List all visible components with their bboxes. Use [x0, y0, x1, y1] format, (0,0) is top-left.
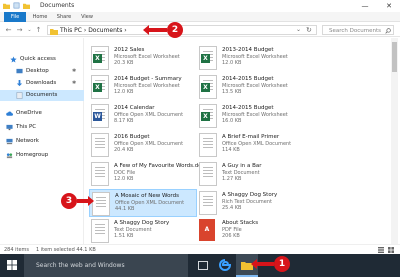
refresh-button[interactable]: ↻	[306, 26, 312, 34]
documents-icon	[16, 92, 23, 99]
word-file-icon	[91, 133, 109, 157]
forward-button[interactable]: →	[15, 25, 24, 35]
windows-logo-icon	[7, 260, 17, 270]
vertical-scrollbar[interactable]	[391, 38, 398, 244]
homegroup-icon	[6, 153, 13, 159]
file-item[interactable]: A About Stacks PDF File 206 KB	[197, 217, 305, 245]
file-item[interactable]: X 2013-2014 Budget Microsoft Excel Works…	[197, 44, 305, 72]
task-view-icon	[198, 261, 208, 270]
excel-file-icon: X	[91, 75, 109, 99]
file-item[interactable]: A Shaggy Dog Story Text Document 1.51 KB	[89, 217, 197, 245]
file-list: X 2012 Sales Microsoft Excel Worksheet 2…	[85, 38, 400, 244]
text-file-icon	[199, 162, 217, 186]
nav-item-onedrive[interactable]: OneDrive	[0, 108, 84, 119]
file-item[interactable]: A Brief E-mail Primer Office Open XML Do…	[197, 131, 305, 159]
excel-file-icon: X	[199, 104, 217, 128]
file-item[interactable]: X 2012 Sales Microsoft Excel Worksheet 2…	[89, 44, 197, 72]
pdf-file-icon: A	[199, 219, 217, 243]
tab-view[interactable]: View	[78, 12, 96, 22]
details-view-icon[interactable]	[378, 247, 384, 253]
status-bar: 284 items 1 item selected 44.1 KB	[0, 244, 400, 254]
excel-file-icon: X	[91, 46, 109, 70]
downloads-icon	[16, 80, 23, 87]
cloud-icon	[6, 111, 13, 116]
address-dropdown-button[interactable]: ⌄	[296, 26, 301, 33]
taskbar-search-input[interactable]: Search the web and Windows	[36, 262, 125, 269]
file-item[interactable]: A Few of My Favourite Words.doc DOC File…	[89, 160, 205, 188]
word-file-icon	[199, 133, 217, 157]
excel-file-icon: X	[199, 46, 217, 70]
nav-item-network[interactable]: Network	[0, 136, 84, 147]
recent-locations-button[interactable]: ⌄	[25, 25, 34, 35]
edge-icon	[219, 259, 231, 271]
word-file-icon: W	[91, 104, 109, 128]
minimize-button[interactable]: —	[356, 0, 374, 12]
edge-button[interactable]	[214, 254, 236, 277]
tab-home[interactable]: Home	[30, 12, 50, 22]
title-bar: Documents — ✕	[0, 0, 400, 12]
star-icon	[10, 56, 17, 63]
tab-file[interactable]: File	[4, 12, 26, 22]
search-icon	[385, 28, 391, 34]
back-button[interactable]: ←	[4, 25, 13, 35]
nav-item-this-pc[interactable]: This PC	[0, 122, 84, 133]
file-item-selected[interactable]: A Mosaic of New Words Office Open XML Do…	[89, 189, 197, 217]
navigation-pane: Quick access Desktop ✱ Downloads ✱ Docum…	[0, 38, 84, 244]
address-row: ← → ⌄ ↑ This PC › Documents › ⌄ ↻ Search…	[0, 23, 400, 37]
breadcrumb[interactable]: This PC › Documents ›	[60, 27, 127, 35]
taskbar-search-box[interactable]: Search the web and Windows	[24, 254, 188, 277]
doc-file-icon	[91, 162, 109, 186]
network-icon	[6, 138, 13, 145]
file-item[interactable]: X 2014-2015 Budget Microsoft Excel Works…	[197, 102, 305, 130]
file-item[interactable]: A Shaggy Dog Story Rich Text Document 25…	[197, 189, 305, 217]
callout-arrow-1	[251, 259, 274, 269]
computer-icon	[6, 124, 13, 131]
callout-badge-2: 2	[167, 22, 183, 38]
folder-icon	[3, 3, 10, 9]
new-folder-icon[interactable]	[23, 2, 30, 9]
file-item[interactable]: A Guy in a Bar Text Document 1.27 KB	[197, 160, 305, 188]
callout-arrow-2	[143, 25, 167, 35]
search-box[interactable]: Search Documents	[322, 25, 394, 35]
folder-icon	[50, 29, 58, 35]
search-input[interactable]: Search Documents	[329, 27, 381, 35]
excel-file-icon: X	[199, 75, 217, 99]
ribbon-tabs: File Home Share View	[0, 12, 400, 22]
close-button[interactable]: ✕	[380, 0, 398, 12]
window-title: Documents	[40, 2, 75, 9]
nav-item-documents[interactable]: Documents	[0, 90, 84, 101]
start-button[interactable]	[0, 254, 24, 277]
callout-badge-1: 1	[274, 256, 290, 272]
selection-info: 1 item selected 44.1 KB	[36, 247, 96, 253]
taskbar: Search the web and Windows	[0, 254, 400, 277]
file-item[interactable]: W 2014 Calendar Office Open XML Document…	[89, 102, 197, 130]
nav-item-desktop[interactable]: Desktop ✱	[0, 66, 84, 77]
up-button[interactable]: ↑	[34, 25, 43, 35]
nav-item-quick-access[interactable]: Quick access	[0, 54, 84, 65]
word-file-icon	[92, 192, 110, 216]
file-item[interactable]: X 2014-2015 Budget Microsoft Excel Works…	[197, 73, 305, 101]
nav-item-downloads[interactable]: Downloads ✱	[0, 78, 84, 89]
callout-arrow-3	[77, 196, 94, 206]
scrollbar-thumb[interactable]	[392, 42, 397, 72]
callout-badge-3: 3	[61, 193, 77, 209]
text-file-icon	[91, 219, 109, 243]
file-item[interactable]: 2016 Budget Office Open XML Document 20.…	[89, 131, 197, 159]
task-view-button[interactable]	[192, 254, 214, 277]
properties-icon[interactable]	[13, 2, 20, 9]
pin-icon: ✱	[72, 68, 77, 74]
file-item[interactable]: X 2014 Budget - Summary Microsoft Excel …	[89, 73, 197, 101]
pin-icon: ✱	[72, 80, 77, 86]
rtf-file-icon	[199, 191, 217, 215]
desktop-icon	[16, 68, 23, 74]
large-icons-view-icon[interactable]	[388, 247, 394, 253]
tab-share[interactable]: Share	[54, 12, 74, 22]
item-count: 284 items	[4, 247, 30, 253]
nav-item-homegroup[interactable]: Homegroup	[0, 150, 84, 161]
